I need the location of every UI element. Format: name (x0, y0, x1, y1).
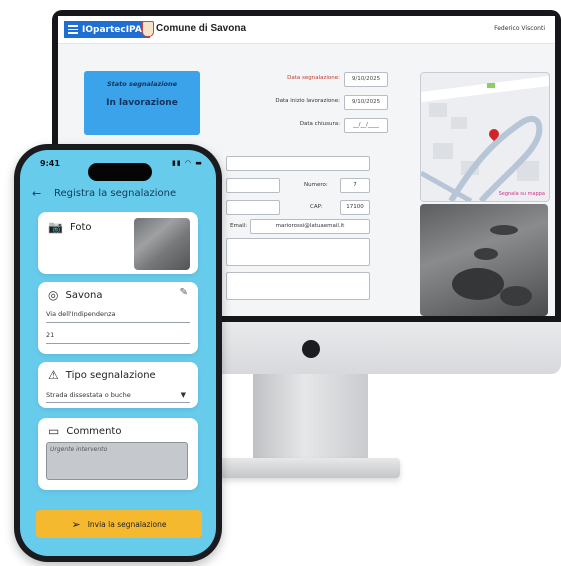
phone-header: ← Registra la segnalazione (30, 187, 200, 203)
send-icon: ➢ (71, 517, 81, 531)
date-started-field[interactable]: 9/10/2025 (344, 95, 388, 110)
report-status-card: Stato segnalazione In lavorazione (84, 71, 200, 135)
page-title: Registra la segnalazione (54, 188, 177, 199)
report-type-label: Tipo segnalazione (65, 369, 156, 381)
status-title: Stato segnalazione (106, 80, 178, 88)
numero-field[interactable]: 7 (340, 178, 370, 193)
street-field[interactable] (226, 178, 280, 193)
monitor-stand-foot (220, 458, 400, 478)
comment-card: ▭ Commento Urgente intervento (38, 418, 198, 490)
edit-icon[interactable]: ✎ (180, 287, 188, 298)
date-started-label: Data inizio lavorazione: (275, 98, 340, 104)
date-reported-field[interactable]: 9/10/2025 (344, 72, 388, 87)
desktop-topbar: IOpartecIPA Comune di Savona Federico Vi… (58, 16, 555, 44)
report-type-header: ⚠ Tipo segnalazione (48, 368, 156, 382)
status-signal-icon: ▮▮ ◠ ▬ (172, 159, 203, 167)
photo-label: Foto (69, 221, 92, 233)
back-arrow-icon[interactable]: ← (32, 187, 41, 200)
warning-icon: ⚠ (48, 368, 59, 382)
brand-logo[interactable]: IOpartecIPA (64, 21, 150, 38)
location-card-header: ◎ Savona (48, 288, 102, 302)
email-label: Email: (230, 223, 248, 229)
cap-label: CAP: (310, 204, 323, 210)
status-value: In lavorazione (106, 98, 178, 108)
pothole-photo-graphic (452, 225, 532, 306)
date-closed-row: Data chiusura: __/__/____ (228, 118, 388, 133)
address-field[interactable] (226, 156, 370, 171)
notes-field[interactable] (226, 238, 370, 266)
location-card: ◎ Savona ✎ Via dell'Indipendenza 21 (38, 282, 198, 354)
photo-card[interactable]: 📷 Foto (38, 212, 198, 274)
report-type-select[interactable]: Strada dissestata o buche ▼ (46, 388, 190, 403)
location-label: Savona (65, 289, 103, 301)
comune-crest-icon (142, 21, 154, 37)
photo-thumbnail[interactable] (134, 218, 190, 270)
street-number-input[interactable]: 21 (46, 327, 190, 344)
date-started-row: Data inizio lavorazione: 9/10/2025 (228, 95, 388, 110)
comment-icon: ▭ (48, 424, 60, 438)
chevron-down-icon: ▼ (180, 391, 186, 399)
date-closed-field[interactable]: __/__/____ (344, 118, 388, 133)
location-pin-icon: ◎ (48, 288, 59, 302)
send-report-button[interactable]: ➢ Invia la segnalazione (36, 510, 202, 538)
map-report-link[interactable]: Segnala su mappa (499, 191, 545, 197)
report-type-card: ⚠ Tipo segnalazione Strada dissestata o … (38, 362, 198, 408)
comment-label: Commento (66, 425, 122, 437)
cap-field[interactable]: 17100 (340, 200, 370, 215)
monitor-logo-dot (302, 340, 320, 358)
email-field[interactable]: mariorossi@latuaemail.it (250, 219, 370, 234)
location-map[interactable]: Segnala su mappa (420, 72, 550, 202)
comune-title: Comune di Savona (156, 23, 247, 34)
camera-icon: 📷 (48, 220, 63, 234)
comment-textarea[interactable]: Urgente intervento (46, 442, 188, 480)
status-time: 9:41 (40, 159, 60, 168)
hamburger-menu-icon[interactable] (68, 23, 78, 36)
comment-header: ▭ Commento (48, 424, 121, 438)
date-closed-label: Data chiusura: (299, 121, 340, 127)
map-graphic (421, 73, 549, 201)
date-reported-label: Data segnalazione: (287, 75, 340, 81)
brand-label: IOpartecIPA (82, 24, 142, 35)
monitor-stand-neck (253, 374, 368, 462)
description-field[interactable] (226, 272, 370, 300)
phone-dynamic-island (88, 163, 152, 181)
photo-card-header: 📷 Foto (48, 220, 92, 234)
numero-label: Numero: (304, 182, 328, 188)
user-name[interactable]: Federico Visconti (494, 25, 545, 32)
report-type-value: Strada dissestata o buche (46, 391, 131, 399)
street-input[interactable]: Via dell'Indipendenza (46, 306, 190, 323)
send-report-label: Invia la segnalazione (87, 519, 167, 529)
city-field[interactable] (226, 200, 280, 215)
pothole-photo (420, 204, 548, 316)
date-reported-row: Data segnalazione: 9/10/2025 (228, 72, 388, 87)
